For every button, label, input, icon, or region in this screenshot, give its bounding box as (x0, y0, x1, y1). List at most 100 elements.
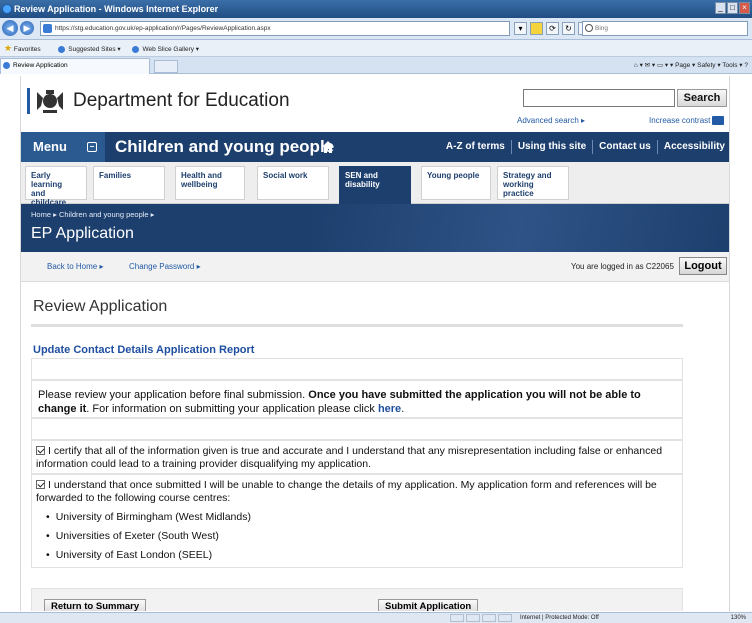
action-bar: Return to Summary Submit Application (31, 588, 683, 611)
spacer-row (31, 358, 683, 380)
refresh-icon[interactable]: ↻ (562, 22, 575, 35)
certify-box: I certify that all of the information gi… (31, 440, 683, 474)
certify-label: I certify that all of the information gi… (36, 445, 663, 470)
ie-page-icon (58, 45, 66, 53)
report-title: Update Contact Details Application Repor… (33, 344, 255, 356)
favorites-label[interactable]: Favorites (14, 46, 41, 53)
tab-health-wellbeing[interactable]: Health and wellbeing (175, 166, 245, 200)
change-password-link[interactable]: Change Password ▸ (129, 262, 201, 271)
favorites-link-suggested[interactable]: Suggested Sites ▾ (58, 45, 121, 53)
maximize-icon[interactable]: □ (727, 2, 738, 14)
home-icon[interactable]: ⌂ (634, 62, 638, 69)
spacer-row (31, 418, 683, 440)
command-bar[interactable]: ⌂ ▾ ✉ ▾ ▭ ▾ ▾ Page ▾ Safety ▾ Tools ▾ ? (634, 57, 748, 74)
tab-bar: Review Application ⌂ ▾ ✉ ▾ ▭ ▾ ▾ Page ▾ … (0, 57, 752, 74)
ie-page-icon (132, 45, 140, 53)
status-bar: Internet | Protected Mode: Off 130% (0, 612, 752, 623)
url-field[interactable]: https://stg.education.gov.uk/ep-applicat… (40, 21, 510, 36)
title-divider (31, 324, 683, 327)
help-here-link[interactable]: here (378, 403, 401, 415)
page-title: Review Application (33, 298, 168, 315)
accessibility-link[interactable]: Accessibility (656, 140, 729, 154)
royal-crest-icon (37, 90, 63, 113)
new-tab-button[interactable] (154, 60, 178, 73)
window-controls: _ □ × (715, 2, 750, 14)
zoom-level[interactable]: 130% (731, 613, 746, 623)
list-item: Universities of Exeter (South West) (46, 527, 678, 546)
favorites-link-webslice[interactable]: Web Slice Gallery ▾ (132, 45, 199, 53)
browser-tab-title: Review Application (13, 62, 68, 69)
ie-logo-icon (2, 4, 12, 14)
contact-us-link[interactable]: Contact us (592, 140, 657, 154)
intro-box: Please review your application before fi… (31, 380, 683, 418)
browser-search-input[interactable]: Bing (582, 21, 748, 36)
window-title: Review Application - Windows Internet Ex… (14, 4, 219, 14)
search-icon (585, 24, 593, 32)
main-navigation: Menu − Children and young people A-Z of … (21, 132, 729, 162)
browser-tab-review[interactable]: Review Application (0, 58, 150, 74)
az-terms-link[interactable]: A-Z of terms (440, 140, 511, 154)
list-item: University of East London (SEEL) (46, 546, 678, 565)
tab-early-learning[interactable]: Early learning and childcare (25, 166, 87, 207)
understand-label: I understand that once submitted I will … (36, 479, 657, 504)
submit-application-button[interactable]: Submit Application (378, 599, 479, 611)
user-bar: Back to Home ▸ Change Password ▸ You are… (21, 252, 729, 282)
department-name[interactable]: Department for Education (73, 90, 290, 112)
breadcrumb[interactable]: Home ▸ Children and young people ▸ (31, 210, 154, 219)
dropdown-icon[interactable]: ▾ (514, 22, 527, 35)
security-zone[interactable]: Internet | Protected Mode: Off (520, 613, 599, 623)
return-to-summary-button[interactable]: Return to Summary (44, 599, 147, 611)
topic-tabs: Early learning and childcare Families Hea… (21, 162, 729, 207)
back-to-home-link[interactable]: Back to Home ▸ (47, 262, 103, 271)
lock-icon[interactable] (530, 22, 543, 35)
favorites-bar: ★ Favorites Suggested Sites ▾ Web Slice … (0, 40, 752, 57)
tab-young-people[interactable]: Young people (421, 166, 491, 200)
utility-links: A-Z of terms Using this site Contact us … (440, 132, 729, 162)
increase-contrast-link[interactable]: Increase contrast (649, 116, 725, 126)
ie-page-icon (3, 62, 10, 69)
logout-button[interactable]: Logout (679, 257, 727, 275)
minimize-icon[interactable]: _ (715, 2, 726, 14)
course-centres-list: University of Birmingham (West Midlands)… (36, 508, 678, 565)
certify-row: I certify that all of the information gi… (32, 441, 682, 475)
search-button[interactable]: Search (677, 89, 727, 107)
page-icon (43, 24, 52, 33)
tab-strategy-working-practice[interactable]: Strategy and working practice (497, 166, 569, 200)
tab-social-work[interactable]: Social work (257, 166, 329, 200)
url-tools: ▾ ⟳ ↻ ✕ (514, 22, 591, 35)
back-arrow-icon[interactable]: ◀ (2, 20, 18, 36)
favorites-star-icon[interactable]: ★ (4, 43, 12, 53)
brand-rule (27, 88, 30, 114)
page-banner: Home ▸ Children and young people ▸ EP Ap… (21, 204, 729, 252)
command-bar-menus[interactable]: ▾ Page ▾ Safety ▾ Tools ▾ (670, 62, 743, 69)
window-titlebar: Review Application - Windows Internet Ex… (0, 0, 752, 18)
home-icon[interactable] (321, 140, 335, 154)
tab-sen-disability[interactable]: SEN and disability (339, 166, 411, 204)
status-cells (450, 614, 512, 622)
forward-arrow-icon[interactable]: ▶ (20, 21, 34, 35)
site-search-input[interactable] (523, 89, 675, 107)
site-header: Department for Education Search Advanced… (21, 76, 729, 131)
list-item: University of Birmingham (West Midlands) (46, 508, 678, 527)
menu-label: Menu (33, 139, 67, 154)
certify-checkbox[interactable] (36, 446, 45, 455)
understand-row: I understand that once submitted I will … (32, 475, 682, 569)
increase-contrast-label: Increase contrast (649, 116, 711, 125)
understand-checkbox[interactable] (36, 480, 45, 489)
banner-decoration (311, 204, 729, 252)
url-text: https://stg.education.gov.uk/ep-applicat… (55, 25, 271, 32)
section-title[interactable]: Children and young people (115, 132, 334, 162)
understand-box: I understand that once submitted I will … (31, 474, 683, 568)
address-bar: ◀ ▶ https://stg.education.gov.uk/ep-appl… (0, 18, 752, 40)
refresh-compat-icon[interactable]: ⟳ (546, 22, 559, 35)
web-page: Department for Education Search Advanced… (20, 76, 730, 611)
logged-in-status: You are logged in as C22065 (571, 262, 674, 271)
tab-families[interactable]: Families (93, 166, 165, 200)
advanced-search-link[interactable]: Advanced search ▸ (517, 116, 585, 125)
help-icon[interactable]: ? (744, 62, 748, 69)
intro-text: Please review your application before fi… (38, 389, 641, 415)
menu-toggle-icon: − (87, 142, 97, 152)
menu-button[interactable]: Menu − (21, 132, 105, 162)
close-icon[interactable]: × (739, 2, 750, 14)
using-site-link[interactable]: Using this site (510, 140, 592, 154)
